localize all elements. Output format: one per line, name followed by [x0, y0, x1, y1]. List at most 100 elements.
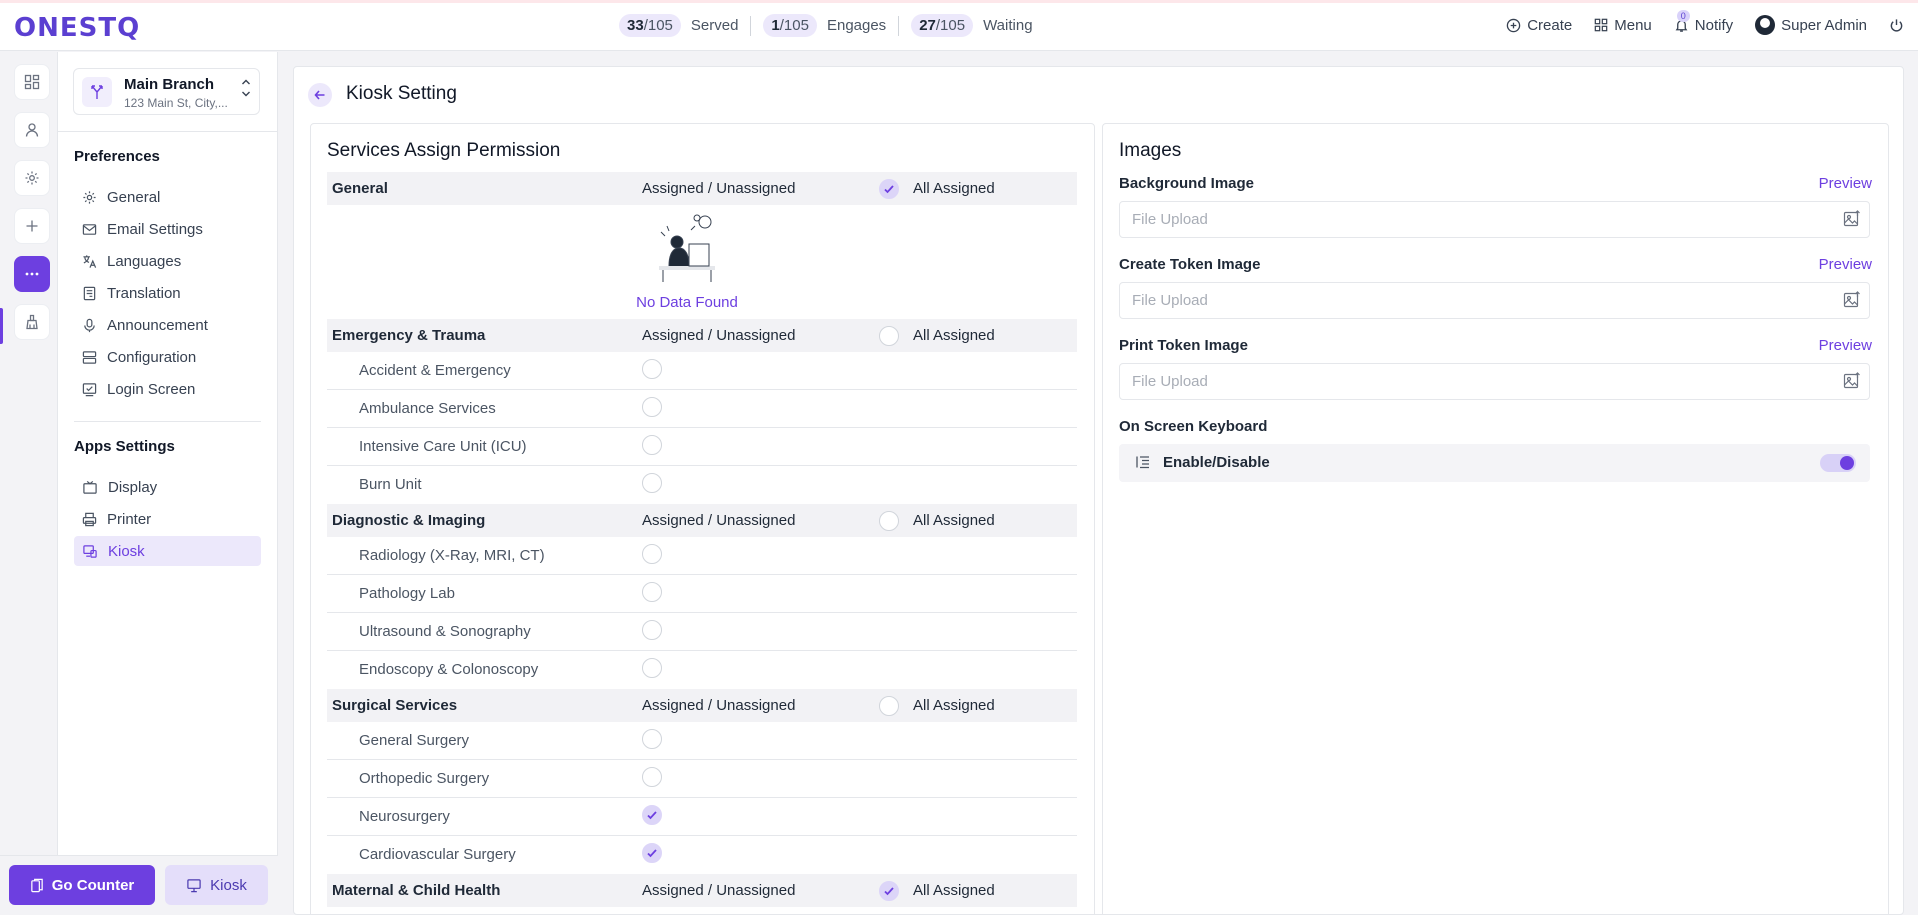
dashboard-rail-button[interactable] [14, 64, 50, 100]
go-counter-button[interactable]: Go Counter [9, 865, 155, 905]
service-row: Ultrasound & Sonography [327, 613, 1077, 651]
add-rail-button[interactable] [14, 208, 50, 244]
branch-selector[interactable]: Main Branch 123 Main St, City,... [73, 68, 260, 115]
service-checkbox[interactable] [642, 582, 662, 602]
apps-settings-heading: Apps Settings [74, 438, 175, 455]
service-checkbox[interactable] [642, 435, 662, 455]
group-row-maternal-child-health: Maternal & Child Health Assigned / Unass… [327, 874, 1077, 907]
all-assigned-checkbox[interactable] [879, 326, 899, 346]
all-assigned-label: All Assigned [913, 882, 995, 899]
create-token-image-label: Create Token Image [1119, 256, 1261, 273]
service-checkbox[interactable] [642, 359, 662, 379]
service-checkbox[interactable] [642, 658, 662, 678]
all-assigned-checkbox[interactable] [879, 696, 899, 716]
service-name: Endoscopy & Colonoscopy [359, 661, 539, 678]
all-assigned-checkbox[interactable] [879, 881, 899, 901]
sidebar-item-label: Display [108, 478, 158, 496]
service-row: Intensive Care Unit (ICU) [327, 428, 1077, 466]
service-checkbox[interactable] [642, 805, 662, 825]
service-row: Accident & Emergency [327, 352, 1077, 390]
gear-icon [25, 171, 39, 185]
sidebar-item-label: Languages [107, 252, 182, 270]
monitor-icon [187, 878, 201, 892]
queue-stats: 33/105 Served 1/105 Engages 27/105 Waiti… [619, 14, 1033, 37]
service-checkbox[interactable] [642, 729, 662, 749]
kiosk-button[interactable]: Kiosk [165, 865, 268, 905]
service-checkbox[interactable] [642, 620, 662, 640]
more-rail-button[interactable] [14, 256, 50, 292]
sidebar-item-general[interactable]: General [74, 182, 261, 212]
all-assigned-checkbox[interactable] [879, 179, 899, 199]
group-name: Emergency & Trauma [332, 327, 486, 344]
print-token-image-upload-input[interactable] [1132, 373, 1812, 390]
top-bar: ONESTQ 33/105 Served 1/105 Engages 27/10… [0, 3, 1918, 51]
sidebar-item-kiosk[interactable]: Kiosk [74, 536, 261, 566]
no-data-text: No Data Found [636, 294, 738, 311]
create-token-image-preview-link[interactable]: Preview [1819, 256, 1872, 273]
group-name: General [332, 180, 388, 197]
check-icon [884, 887, 894, 896]
kiosk-setting-card: Kiosk Setting Services Assign Permission… [293, 66, 1904, 915]
arrow-left-icon [314, 90, 325, 100]
main-content: Kiosk Setting Services Assign Permission… [279, 52, 1918, 915]
service-row: General Surgery [327, 722, 1077, 760]
printer-icon [82, 512, 97, 526]
background-image-upload[interactable] [1119, 201, 1870, 238]
background-image-preview-link[interactable]: Preview [1819, 175, 1872, 192]
app-logo[interactable]: ONESTQ [14, 13, 140, 43]
cleaning-rail-button[interactable] [14, 304, 50, 340]
print-token-image-preview-link[interactable]: Preview [1819, 337, 1872, 354]
service-checkbox[interactable] [642, 843, 662, 863]
logout-button[interactable] [1889, 18, 1904, 33]
settings-sidebar: Main Branch 123 Main St, City,... Prefer… [58, 52, 278, 855]
background-image-upload-input[interactable] [1132, 211, 1812, 228]
check-icon [647, 811, 657, 820]
user-icon [25, 123, 39, 137]
sidebar-item-languages[interactable]: Languages [74, 246, 261, 276]
counter-icon [30, 878, 43, 892]
assigned-unassigned-label: Assigned / Unassigned [642, 512, 796, 529]
sidebar-item-translation[interactable]: Translation [74, 278, 261, 308]
check-icon [884, 185, 894, 194]
create-token-image-upload-input[interactable] [1132, 292, 1812, 309]
more-dots-icon [25, 272, 39, 276]
create-button[interactable]: Create [1506, 17, 1572, 34]
image-upload-icon [1843, 210, 1860, 227]
divider [898, 15, 900, 36]
service-name: Neurosurgery [359, 808, 450, 825]
service-row: Pathology Lab [327, 575, 1077, 613]
service-row: Orthopedic Surgery [327, 760, 1077, 798]
stat-engages: 1/105 Engages [763, 14, 886, 37]
all-assigned-checkbox[interactable] [879, 511, 899, 531]
group-row-surgical-services: Surgical Services Assigned / Unassigned … [327, 689, 1077, 722]
on-screen-keyboard-row: Enable/Disable [1119, 444, 1870, 482]
service-row: Neurosurgery [327, 798, 1077, 836]
sidebar-item-email-settings[interactable]: Email Settings [74, 214, 261, 244]
plus-icon [26, 220, 38, 232]
sidebar-item-label: Printer [107, 510, 152, 528]
menu-button[interactable]: Menu [1594, 17, 1652, 34]
sidebar-item-display[interactable]: Display [74, 472, 261, 502]
sidebar-item-configuration[interactable]: Configuration [74, 342, 261, 372]
service-checkbox[interactable] [642, 767, 662, 787]
user-menu[interactable]: Super Admin [1755, 15, 1867, 35]
sidebar-item-announcement[interactable]: Announcement [74, 310, 261, 340]
users-rail-button[interactable] [14, 112, 50, 148]
service-checkbox[interactable] [642, 397, 662, 417]
service-name: Cardiovascular Surgery [359, 846, 516, 863]
stat-served: 33/105 Served [619, 14, 738, 37]
settings-rail-button[interactable] [14, 160, 50, 196]
print-token-image-upload[interactable] [1119, 363, 1870, 400]
sidebar-item-login-screen[interactable]: Login Screen [74, 374, 261, 404]
create-token-image-upload[interactable] [1119, 282, 1870, 319]
stat-waiting: 27/105 Waiting [911, 14, 1033, 37]
back-button[interactable] [308, 83, 332, 107]
service-row: Endoscopy & Colonoscopy [327, 651, 1077, 689]
sidebar-item-printer[interactable]: Printer [74, 504, 261, 534]
branch-address: 123 Main St, City,... [124, 96, 228, 110]
notify-button[interactable]: 0 Notify [1674, 9, 1733, 34]
service-row: Radiology (X-Ray, MRI, CT) [327, 537, 1077, 575]
service-checkbox[interactable] [642, 544, 662, 564]
service-checkbox[interactable] [642, 473, 662, 493]
keyboard-toggle[interactable] [1820, 454, 1856, 472]
